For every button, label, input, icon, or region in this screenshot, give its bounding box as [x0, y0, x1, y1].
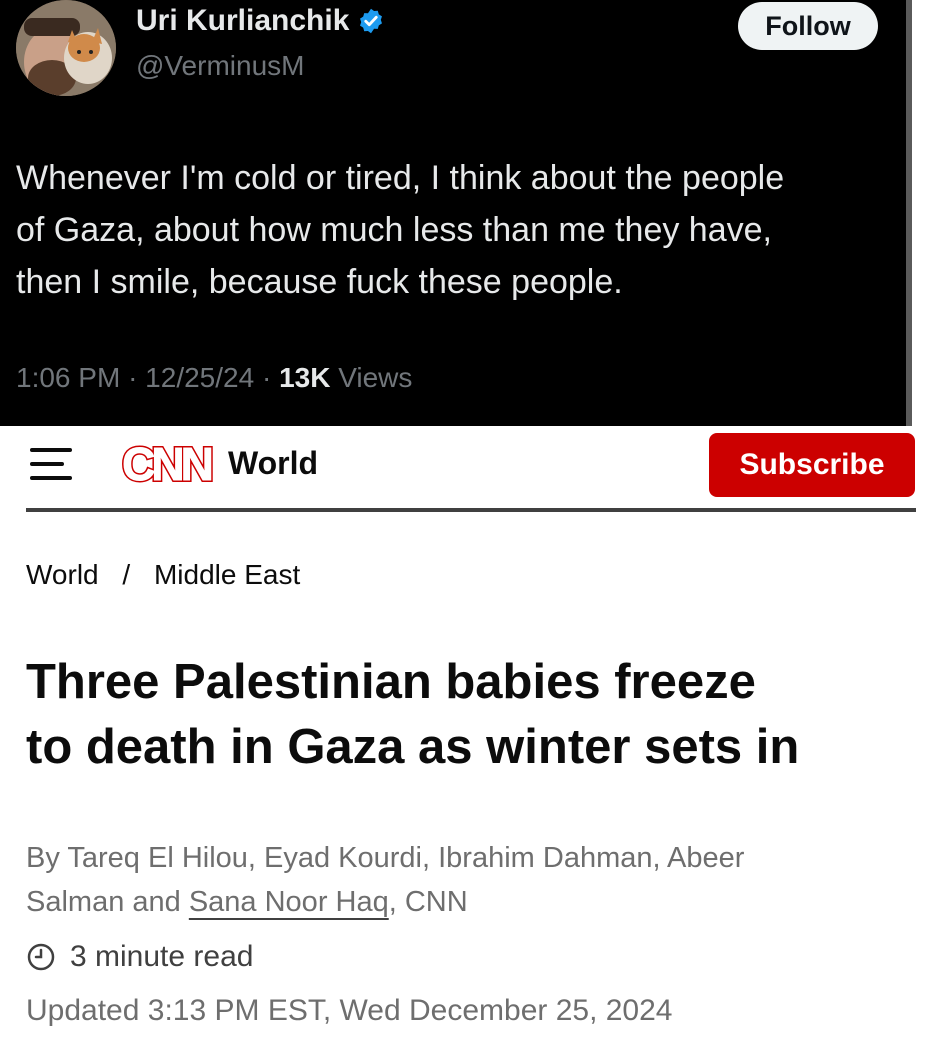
views-count[interactable]: 13K [279, 362, 330, 393]
read-time: 3 minute read [26, 940, 253, 974]
verified-badge-icon [360, 8, 383, 34]
display-name-text[interactable]: Uri Kurlianchik [136, 4, 349, 38]
scrollbar[interactable] [906, 0, 912, 426]
byline: By Tareq El Hilou, Eyad Kourdi, Ibrahim … [26, 836, 906, 924]
user-handle[interactable]: @VerminusM [136, 50, 304, 82]
display-name[interactable]: Uri Kurlianchik [136, 4, 385, 38]
section-name[interactable]: World [228, 445, 318, 482]
svg-text:CNN: CNN [122, 438, 211, 488]
views-label: Views [338, 362, 413, 393]
tweet-metadata: 1:06 PM · 12/25/24 · 13K Views [16, 362, 412, 394]
breadcrumb-item-middle-east[interactable]: Middle East [154, 559, 300, 590]
byline-text: Salman and [26, 886, 189, 918]
article-headline: Three Palestinian babies freeze to death… [26, 650, 926, 780]
avatar[interactable] [16, 0, 116, 96]
tweet-text-line: of Gaza, about how much less than me the… [16, 211, 772, 249]
cnn-logo[interactable]: CNN CNN [112, 438, 220, 488]
hamburger-menu-icon[interactable] [30, 448, 72, 480]
tweet-text-line: Whenever I'm cold or tired, I think abou… [16, 159, 785, 197]
tweet-time[interactable]: 1:06 PM [16, 362, 120, 393]
follow-button[interactable]: Follow [738, 2, 878, 50]
meta-separator: · [128, 362, 138, 393]
subscribe-button[interactable]: Subscribe [709, 433, 915, 497]
meta-separator: · [261, 362, 272, 393]
headline-line: Three Palestinian babies freeze [26, 655, 756, 709]
read-time-text: 3 minute read [70, 940, 254, 973]
header-divider [26, 508, 916, 512]
tweet-text: Whenever I'm cold or tired, I think abou… [16, 152, 896, 308]
updated-timestamp: Updated 3:13 PM EST, Wed December 25, 20… [26, 994, 673, 1027]
clock-icon [27, 943, 55, 971]
byline-line: By Tareq El Hilou, Eyad Kourdi, Ibrahim … [26, 842, 745, 874]
author-link[interactable]: Sana Noor Haq [189, 886, 389, 918]
tweet-date[interactable]: 12/25/24 [145, 362, 254, 393]
tweet-text-line: then I smile, because fuck these people. [16, 263, 623, 301]
tweet-card: Uri Kurlianchik @VerminusM Follow Whenev… [0, 0, 912, 426]
breadcrumb-item-world[interactable]: World [26, 559, 99, 590]
byline-text: , CNN [388, 886, 468, 918]
breadcrumb-separator: / [122, 559, 131, 590]
byline-line: Salman and Sana Noor Haq, CNN [26, 880, 906, 924]
headline-line: to death in Gaza as winter sets in [26, 720, 800, 774]
breadcrumb: World / Middle East [26, 559, 300, 591]
avatar-image [16, 0, 116, 96]
